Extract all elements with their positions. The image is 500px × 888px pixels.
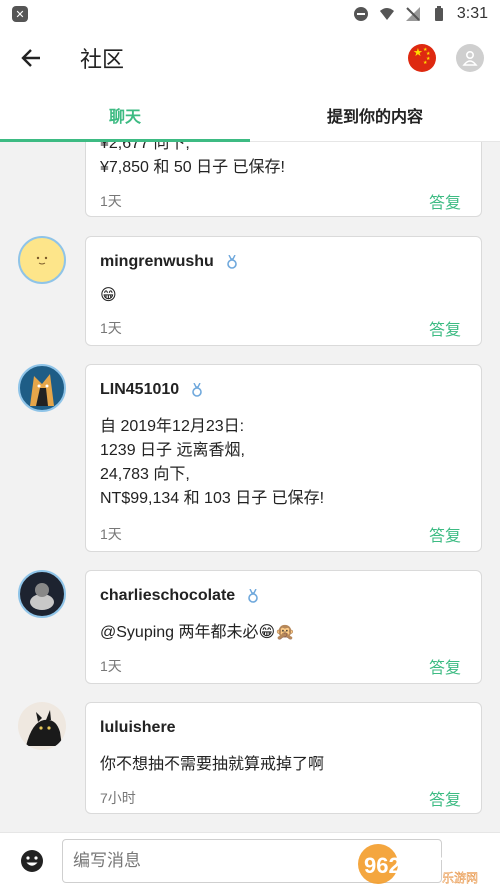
post-card: luluishere 你不想抽不需要抽就算戒掉了啊 7小时 答复: [85, 702, 482, 814]
post-line: 😁: [100, 287, 117, 304]
post-body: 你不想抽不需要抽就算戒掉了啊: [100, 753, 467, 777]
reply-button[interactable]: 答复: [429, 522, 461, 546]
tab-mentions[interactable]: 提到你的内容: [250, 88, 500, 141]
post-card: mingrenwushu 😁 1天 答复: [85, 236, 482, 346]
battery-icon: [434, 6, 443, 21]
post-line: @Syuping 两年都未必😁🙊: [100, 624, 296, 641]
post-author: LIN451010: [100, 381, 203, 399]
post-time: 7小时: [100, 790, 136, 806]
avatar[interactable]: [18, 364, 66, 412]
no-signal-icon: [405, 7, 420, 21]
post-body: 自 2019年12月23日: 1239 日子 远离香烟, 24,783 向下, …: [100, 415, 467, 511]
avatar[interactable]: [18, 702, 66, 750]
post-line: 24,783 向下,: [100, 466, 190, 483]
watermark-brand: 962.NET: [364, 853, 451, 878]
author-name: luluishere: [100, 719, 176, 736]
avatar-image: [30, 583, 54, 610]
post-time: 1天: [100, 193, 122, 209]
post-time: 1天: [100, 526, 122, 542]
post-line: ¥2,677 向下,: [100, 142, 190, 152]
status-bar: ✕ 3:31: [0, 0, 500, 28]
author-name: charlieschocolate: [100, 587, 236, 604]
emoji-button[interactable]: [18, 847, 46, 875]
avatar[interactable]: [18, 570, 66, 618]
post-body: 😁: [100, 284, 467, 308]
china-flag-icon[interactable]: ★ ★ ★ ★ ★: [408, 44, 436, 72]
do-not-disturb-icon: [353, 7, 368, 21]
avatar-image: [30, 374, 54, 406]
reply-button[interactable]: 答复: [429, 654, 461, 678]
reply-button[interactable]: 答复: [429, 316, 461, 340]
post-line: 你不想抽不需要抽就算戒掉了啊: [100, 756, 325, 773]
post-time: 1天: [100, 320, 122, 336]
reply-button[interactable]: 答复: [429, 189, 461, 213]
post-line: 1239 日子 远离香烟,: [100, 442, 245, 459]
back-button[interactable]: [16, 43, 46, 73]
badge-icon: [226, 255, 237, 269]
post-time: 1天: [100, 658, 122, 674]
watermark-sub: 乐游网: [442, 871, 478, 885]
profile-button[interactable]: [456, 44, 484, 72]
post-card: charlieschocolate @Syuping 两年都未必😁🙊 1天 答复: [85, 570, 482, 684]
post-body: ¥2,677 向下, ¥7,850 和 50 日子 已保存!: [100, 142, 467, 180]
post-author: luluishere: [100, 719, 176, 737]
chat-feed[interactable]: ¥2,677 向下, ¥7,850 和 50 日子 已保存! 1天 答复 min…: [0, 142, 500, 832]
tab-bar: 聊天 提到你的内容: [0, 88, 500, 142]
wifi-icon: [379, 8, 394, 20]
badge-icon: [192, 383, 202, 397]
author-name: LIN451010: [100, 381, 180, 398]
notification-icon: ✕: [12, 6, 28, 22]
page-title: 社区: [80, 47, 125, 72]
status-time: 3:31: [456, 5, 488, 22]
avatar-image: [36, 256, 48, 265]
post-card: LIN451010 自 2019年12月23日: 1239 日子 远离香烟, 2…: [85, 364, 482, 552]
author-name: mingrenwushu: [100, 253, 214, 270]
reply-button[interactable]: 答复: [429, 786, 461, 810]
avatar-image: [26, 710, 62, 746]
tab-chat[interactable]: 聊天: [0, 88, 250, 142]
post-author: mingrenwushu: [100, 253, 238, 271]
emoji-icon: [21, 849, 43, 872]
post-line: ¥7,850 和 50 日子 已保存!: [100, 159, 285, 176]
badge-icon: [248, 589, 258, 603]
post-author: charlieschocolate: [100, 587, 259, 605]
post-card: ¥2,677 向下, ¥7,850 和 50 日子 已保存! 1天 答复: [85, 142, 482, 217]
watermark-image: 962.NET 乐游网: [358, 844, 478, 885]
profile-icon: [462, 50, 478, 66]
watermark-logo: 962.NET 乐游网: [356, 842, 492, 886]
avatar[interactable]: [18, 236, 66, 284]
back-arrow-icon: [21, 49, 40, 67]
app-bar: 社区 ★ ★ ★ ★ ★: [0, 28, 500, 88]
post-line: NT$99,134 和 103 日子 已保存!: [100, 490, 325, 507]
post-line: 自 2019年12月23日:: [100, 418, 245, 435]
post-body: @Syuping 两年都未必😁🙊: [100, 621, 467, 645]
